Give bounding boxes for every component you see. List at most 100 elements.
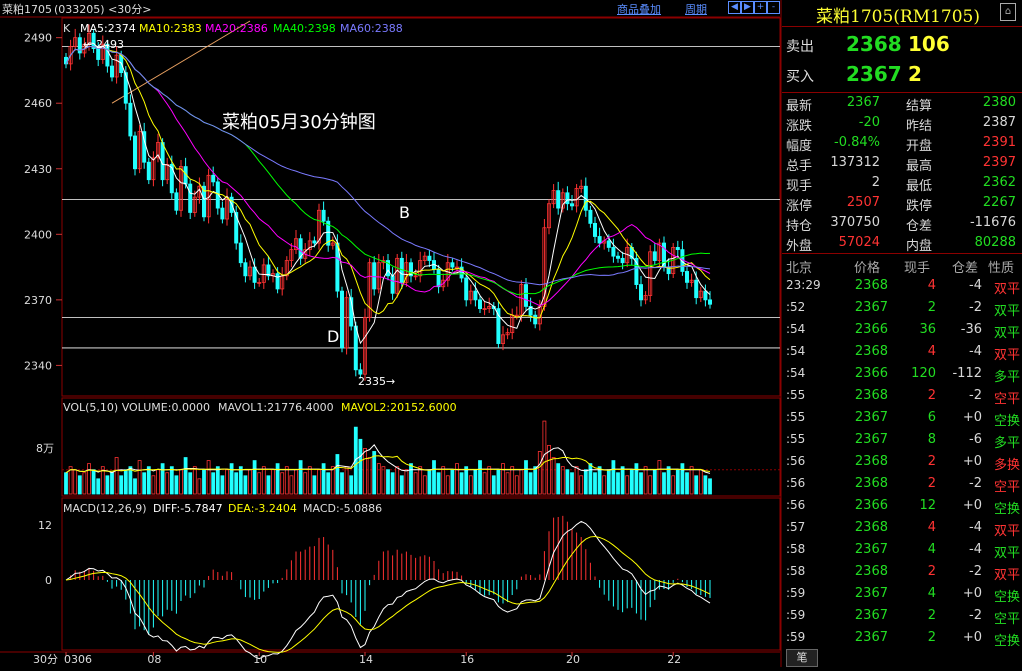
tick-column-header: 性质 xyxy=(988,261,1015,276)
quote-label: 幅度 xyxy=(786,139,813,154)
volume-bar xyxy=(441,466,446,495)
quote-value: 370750 xyxy=(830,215,880,230)
volume-bar xyxy=(64,472,68,495)
overlay-link[interactable]: 商品叠加 xyxy=(617,1,661,17)
tick-volume: 4 xyxy=(927,520,936,535)
quote-value: 2362 xyxy=(982,175,1016,190)
quote-value: 80288 xyxy=(974,235,1016,250)
volume-bar xyxy=(666,466,671,495)
tick-price: 2367 xyxy=(854,608,888,623)
quote-label: 总手 xyxy=(786,159,813,174)
volume-bar xyxy=(422,475,427,495)
tick-tab[interactable]: 笔 xyxy=(786,649,818,667)
volume-bar xyxy=(657,460,662,495)
tick-row: :59 2367 2 +0 空换 xyxy=(782,628,1022,649)
tick-oi-change: -2 xyxy=(969,564,982,579)
volume-bar xyxy=(234,472,239,495)
candle-body xyxy=(606,240,611,248)
tick-oi-change: -4 xyxy=(969,278,982,293)
tick-nature: 空换 xyxy=(993,502,1020,517)
tick-volume: 120 xyxy=(911,366,936,381)
ma-legend-item: MA5:2374 xyxy=(80,22,136,35)
tick-oi-change: -36 xyxy=(960,322,982,337)
zoom-out-icon[interactable]: - xyxy=(767,1,780,14)
mavol1-label: MAVOL1:21776.4000 xyxy=(218,401,334,414)
volume-bar xyxy=(275,463,280,495)
volume-bar xyxy=(579,475,584,495)
tick-row: 23:29 2368 4 -4 双平 xyxy=(782,276,1022,297)
volume-bar xyxy=(703,475,708,495)
tick-time: :59 xyxy=(786,608,806,622)
tick-nature: 双平 xyxy=(993,326,1020,341)
quote-value: 2 xyxy=(871,175,880,190)
tick-nature: 空换 xyxy=(993,414,1020,429)
volume-bar xyxy=(671,475,676,495)
volume-bar xyxy=(146,466,151,495)
ma5-line xyxy=(65,42,711,345)
quote-label: 最低 xyxy=(906,179,933,194)
volume-bar xyxy=(248,469,252,495)
tick-price: 2366 xyxy=(854,322,888,337)
candle-body xyxy=(128,102,133,137)
tick-nature: 空换 xyxy=(993,590,1020,605)
volume-bar xyxy=(206,460,211,495)
period-link[interactable]: 周期 xyxy=(685,1,707,17)
volume-bar xyxy=(280,472,285,495)
volume-bar xyxy=(77,475,82,495)
tick-nature: 双平 xyxy=(993,524,1020,539)
tick-price: 2367 xyxy=(854,630,888,645)
tick-volume: 4 xyxy=(927,278,936,293)
quote-value: 2387 xyxy=(982,115,1016,130)
volume-bar xyxy=(514,475,519,495)
candle-body xyxy=(353,325,358,371)
volume-bar xyxy=(680,463,685,495)
candle-body xyxy=(132,135,137,170)
volume-bar xyxy=(386,469,390,495)
contract-sub: (033205) <30分> xyxy=(54,3,152,16)
volume-bar xyxy=(606,469,611,495)
tick-row: :59 2367 4 +0 空换 xyxy=(782,584,1022,605)
volume-bar xyxy=(335,454,340,495)
volume-bar xyxy=(257,472,262,495)
quote-label: 最高 xyxy=(906,159,933,174)
quote-label: 涨停 xyxy=(786,199,813,214)
candle-body xyxy=(243,262,248,277)
chart-area[interactable]: 2490 2460 2430 2400 2370 2340 K MA5:2374 MA10:23… xyxy=(0,0,782,667)
quote-value: 137312 xyxy=(830,155,880,170)
volume-bar xyxy=(160,463,165,495)
quote-label: 涨跌 xyxy=(786,119,813,134)
tick-nature: 双平 xyxy=(993,568,1020,583)
volume-bar xyxy=(215,466,220,495)
volume-bar xyxy=(491,475,496,495)
volume-bar xyxy=(179,469,183,495)
volume-bar xyxy=(675,469,680,495)
zoom-in-icon[interactable]: + xyxy=(754,1,767,14)
volume-bar xyxy=(96,478,101,495)
volume-bar xyxy=(551,457,556,495)
volume-bar xyxy=(634,463,639,495)
candle-body xyxy=(238,242,243,264)
left-arrow-icon[interactable]: ◀ xyxy=(728,1,741,14)
chart-title: 菜粕05月30分钟图 xyxy=(222,112,376,133)
right-arrow-icon[interactable]: ▶ xyxy=(741,1,754,14)
volume-bar xyxy=(220,475,225,495)
volume-bar xyxy=(229,463,234,495)
volume-bar xyxy=(344,466,349,495)
volume-bar xyxy=(73,469,78,495)
volume-bar xyxy=(321,463,326,495)
volume-bar xyxy=(133,478,137,495)
volume-bar xyxy=(629,469,634,495)
date-tick-label: 20 xyxy=(566,653,580,666)
volume-bar xyxy=(317,469,321,495)
quote-label: 内盘 xyxy=(906,239,933,254)
quote-row: 外盘 57024 内盘 80288 xyxy=(782,233,1022,254)
tick-row: :58 2368 2 -2 双平 xyxy=(782,562,1022,583)
ma-legend-item: MA40:2398 xyxy=(273,22,336,35)
tick-nature: 空换 xyxy=(993,634,1020,649)
tick-oi-change: +0 xyxy=(962,454,982,469)
label-b: B xyxy=(399,203,410,222)
tick-column-header: 价格 xyxy=(854,261,881,276)
lock-icon[interactable]: ⌂ xyxy=(1000,3,1016,21)
quote-value: -0.84% xyxy=(834,135,880,150)
volume-bar xyxy=(266,475,271,495)
